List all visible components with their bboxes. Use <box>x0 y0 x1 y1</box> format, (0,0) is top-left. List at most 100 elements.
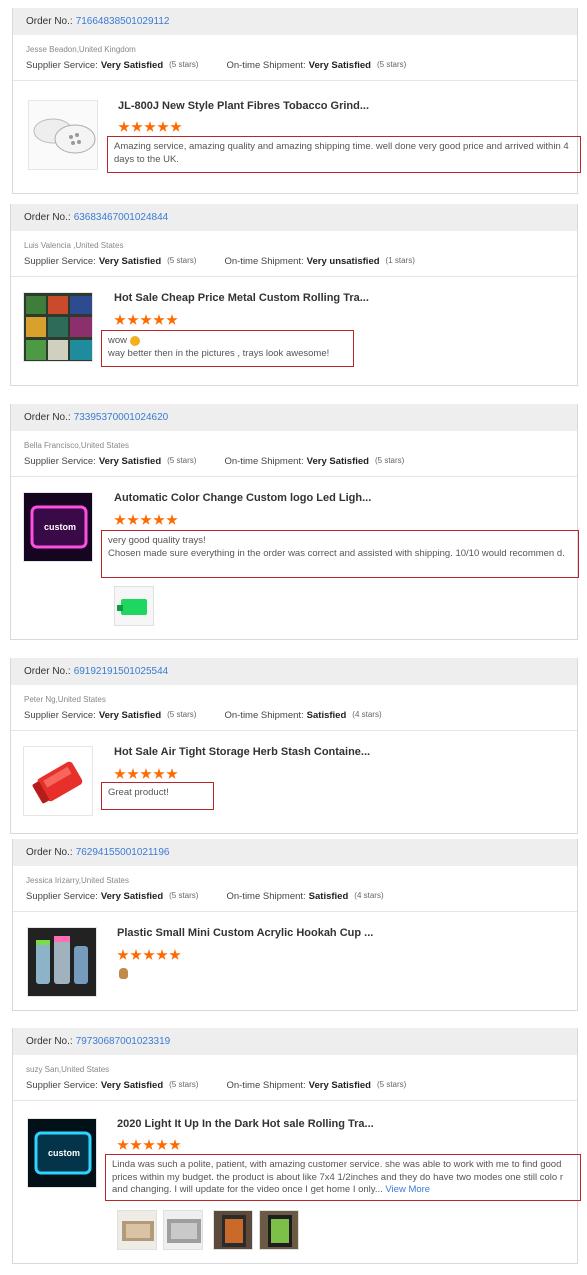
shipment-rating: Satisfied <box>306 710 347 721</box>
order-number-link[interactable]: 69192191501025544 <box>74 666 169 677</box>
order-number-link[interactable]: 79730687001023319 <box>76 1036 171 1047</box>
shipment-stars: (5 stars) <box>374 456 405 465</box>
supplier-label: Supplier Service: <box>24 710 96 721</box>
review-photo[interactable] <box>213 1210 253 1250</box>
order-header: Order No.: 73395370001024620 <box>11 404 577 431</box>
review-text: Great product! <box>101 782 214 810</box>
order-card: Order No.: 71664838501029112 Jesse Beado… <box>12 8 581 194</box>
divider <box>11 730 577 731</box>
buyer-name: Peter Ng,United States <box>24 695 106 704</box>
shipment-stars: (5 stars) <box>376 60 407 69</box>
star-icon <box>131 121 143 132</box>
order-number-link[interactable]: 73395370001024620 <box>74 412 169 423</box>
order-header: Order No.: 71664838501029112 <box>13 8 577 35</box>
star-icon <box>117 1139 129 1150</box>
product-title-link[interactable]: JL-800J New Style Plant Fibres Tobacco G… <box>118 100 369 112</box>
product-title-link[interactable]: Hot Sale Air Tight Storage Herb Stash Co… <box>114 746 370 758</box>
service-ratings: Supplier Service: Very Satisfied (5 star… <box>26 1080 577 1091</box>
buyer-name: Bella Francisco,United States <box>24 441 129 450</box>
star-icon <box>127 514 139 525</box>
led-tray-image[interactable]: custom <box>23 492 93 562</box>
review-photo[interactable] <box>259 1210 299 1250</box>
star-icon <box>114 514 126 525</box>
rating-stars <box>114 768 178 780</box>
glow-tray-image[interactable]: custom <box>27 1118 97 1188</box>
rolling-trays-image[interactable] <box>23 292 93 362</box>
rating-stars <box>114 314 178 326</box>
supplier-stars: (5 stars) <box>167 710 197 719</box>
divider <box>13 1100 577 1101</box>
star-icon <box>156 949 168 960</box>
order-label: Order No.: <box>26 16 73 27</box>
emoji-icon <box>130 336 141 347</box>
product-title-link[interactable]: Plastic Small Mini Custom Acrylic Hookah… <box>117 927 373 939</box>
order-header: Order No.: 63683467001024844 <box>11 204 577 231</box>
order-number-link[interactable]: 71664838501029112 <box>76 16 170 27</box>
star-icon <box>143 949 155 960</box>
thumb-label: custom <box>48 1148 81 1158</box>
star-icon <box>140 514 152 525</box>
supplier-stars: (5 stars) <box>169 891 199 900</box>
order-number-link[interactable]: 63683467001024844 <box>74 212 169 223</box>
star-icon <box>130 949 142 960</box>
order-card: Order No.: 76294155001021196 Jessica Iri… <box>12 839 578 1011</box>
review-text: Linda was such a polite, patient, with a… <box>105 1154 581 1201</box>
thumbs-up-icon <box>119 968 128 979</box>
divider <box>13 911 577 912</box>
supplier-rating: Very Satisfied <box>98 456 162 467</box>
view-more-link[interactable]: View More <box>385 1184 430 1195</box>
supplier-stars: (5 stars) <box>169 60 199 69</box>
star-icon <box>140 314 152 325</box>
shipment-label: On-time Shipment: <box>224 456 304 467</box>
product-title-link[interactable]: Automatic Color Change Custom logo Led L… <box>114 492 371 504</box>
hookah-cup-image[interactable] <box>27 927 97 997</box>
star-icon <box>156 1139 168 1150</box>
shipment-label: On-time Shipment: <box>226 1080 306 1091</box>
supplier-label: Supplier Service: <box>24 256 96 267</box>
shipment-stars: (5 stars) <box>376 1080 407 1089</box>
supplier-label: Supplier Service: <box>26 891 98 902</box>
star-icon <box>127 314 139 325</box>
star-icon <box>166 314 178 325</box>
buyer-name: Luis Valencia ,United States <box>24 241 124 250</box>
order-label: Order No.: <box>24 666 71 677</box>
review-text: wow way better then in the pictures , tr… <box>101 330 354 367</box>
service-ratings: Supplier Service: Very Satisfied (5 star… <box>26 891 577 902</box>
review-photo[interactable] <box>163 1210 203 1250</box>
service-ratings: Supplier Service: Very Satisfied (5 star… <box>26 60 577 71</box>
grinder-image[interactable] <box>28 100 98 170</box>
star-icon <box>153 768 165 779</box>
thumb-label: custom <box>44 522 77 532</box>
star-icon <box>169 949 181 960</box>
order-header: Order No.: 76294155001021196 <box>13 839 577 866</box>
product-title-link[interactable]: Hot Sale Cheap Price Metal Custom Rollin… <box>114 292 369 304</box>
supplier-stars: (5 stars) <box>167 456 197 465</box>
order-number-link[interactable]: 76294155001021196 <box>76 847 170 858</box>
star-icon <box>130 1139 142 1150</box>
star-icon <box>143 1139 155 1150</box>
storage-container-image[interactable] <box>23 746 93 816</box>
star-icon <box>114 768 126 779</box>
supplier-label: Supplier Service: <box>26 60 98 71</box>
review-photo[interactable] <box>114 586 154 626</box>
order-card: Order No.: 69192191501025544 Peter Ng,Un… <box>10 658 578 834</box>
star-icon <box>127 768 139 779</box>
supplier-stars: (5 stars) <box>169 1080 199 1089</box>
supplier-label: Supplier Service: <box>26 1080 98 1091</box>
order-label: Order No.: <box>26 847 73 858</box>
shipment-rating: Satisfied <box>308 891 349 902</box>
star-icon <box>166 514 178 525</box>
product-title-link[interactable]: 2020 Light It Up In the Dark Hot sale Ro… <box>117 1118 374 1130</box>
rating-stars <box>117 1139 181 1151</box>
service-ratings: Supplier Service: Very Satisfied (5 star… <box>24 710 577 721</box>
rating-stars <box>118 121 182 133</box>
star-icon <box>144 121 156 132</box>
rating-stars <box>114 514 178 526</box>
review-photo[interactable] <box>117 1210 157 1250</box>
divider <box>13 80 577 81</box>
supplier-rating: Very Satisfied <box>100 1080 164 1091</box>
shipment-label: On-time Shipment: <box>224 710 304 721</box>
service-ratings: Supplier Service: Very Satisfied (5 star… <box>24 256 577 267</box>
shipment-label: On-time Shipment: <box>226 891 306 902</box>
supplier-rating: Very Satisfied <box>98 710 162 721</box>
